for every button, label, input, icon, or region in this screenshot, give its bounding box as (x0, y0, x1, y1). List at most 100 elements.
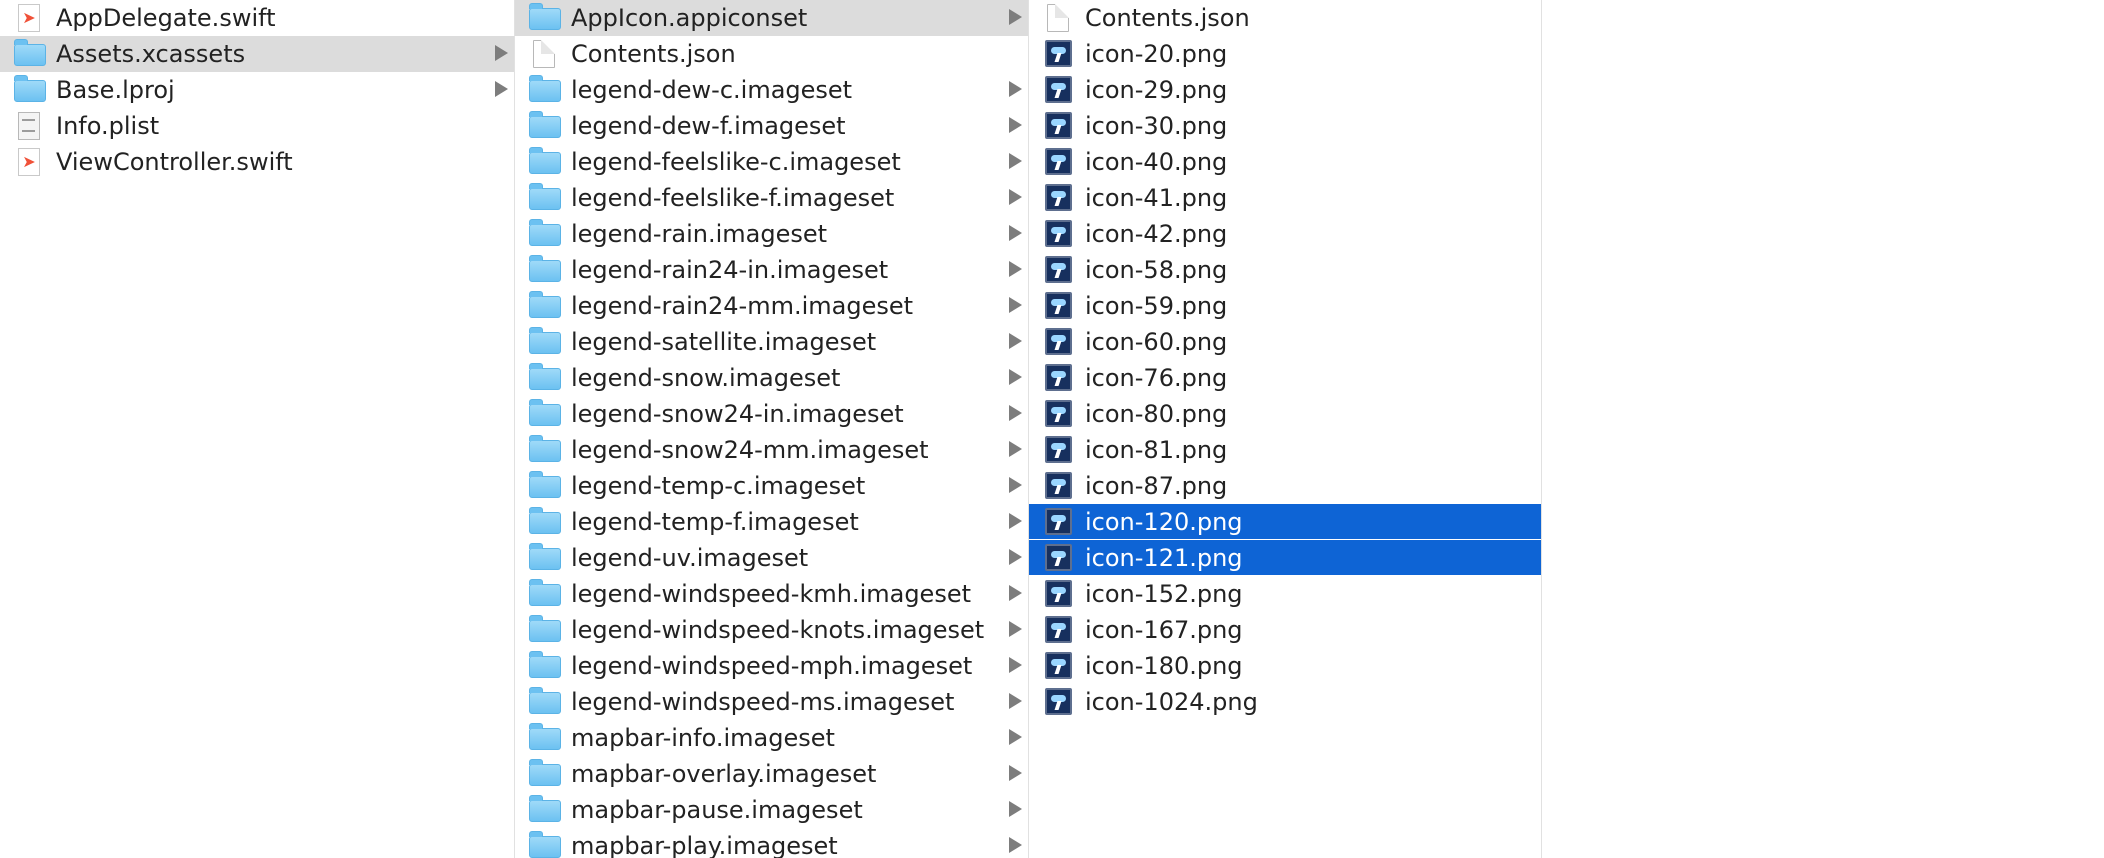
disclosure-arrow-icon (1009, 549, 1022, 565)
item-name: icon-1024.png (1085, 688, 1258, 716)
png-image-icon (1043, 616, 1073, 644)
item-name: icon-81.png (1085, 436, 1228, 464)
folder-icon (529, 543, 561, 572)
list-item[interactable]: legend-windspeed-ms.imageset (515, 684, 1028, 720)
item-name: icon-40.png (1085, 148, 1228, 176)
folder-icon (529, 255, 561, 284)
disclosure-arrow-icon (1009, 369, 1022, 385)
list-item[interactable]: icon-59.png (1029, 288, 1541, 324)
list-item[interactable]: legend-temp-f.imageset (515, 504, 1028, 540)
list-item[interactable]: Base.lproj (0, 72, 514, 108)
swift-file-icon: ➤ (14, 4, 44, 32)
item-name: legend-dew-c.imageset (571, 76, 853, 104)
item-name: AppIcon.appiconset (571, 4, 808, 32)
list-item[interactable]: icon-80.png (1029, 396, 1541, 432)
list-item[interactable]: legend-satellite.imageset (515, 324, 1028, 360)
list-item[interactable]: icon-30.png (1029, 108, 1541, 144)
list-item[interactable]: mapbar-overlay.imageset (515, 756, 1028, 792)
item-name: icon-152.png (1085, 580, 1243, 608)
list-item[interactable]: legend-windspeed-kmh.imageset (515, 576, 1028, 612)
list-item[interactable]: legend-rain24-in.imageset (515, 252, 1028, 288)
png-image-icon (1043, 328, 1073, 356)
folder-icon (529, 399, 561, 428)
item-name: mapbar-overlay.imageset (571, 760, 877, 788)
list-item[interactable]: icon-76.png (1029, 360, 1541, 396)
folder-icon (529, 687, 561, 716)
list-item[interactable]: legend-dew-c.imageset (515, 72, 1028, 108)
folder-icon (529, 183, 561, 212)
list-item[interactable]: icon-167.png (1029, 612, 1541, 648)
list-item[interactable]: legend-rain24-mm.imageset (515, 288, 1028, 324)
item-name: legend-windspeed-knots.imageset (571, 616, 985, 644)
list-item[interactable]: legend-uv.imageset (515, 540, 1028, 576)
list-item[interactable]: icon-180.png (1029, 648, 1541, 684)
list-item[interactable]: mapbar-pause.imageset (515, 792, 1028, 828)
item-name: mapbar-pause.imageset (571, 796, 863, 824)
list-item[interactable]: Contents.json (1029, 0, 1541, 36)
list-item[interactable]: icon-29.png (1029, 72, 1541, 108)
list-item[interactable]: legend-snow24-mm.imageset (515, 432, 1028, 468)
list-item[interactable]: icon-120.png (1029, 504, 1541, 540)
list-item[interactable]: icon-152.png (1029, 576, 1541, 612)
list-item[interactable]: legend-feelslike-c.imageset (515, 144, 1028, 180)
item-name: icon-120.png (1085, 508, 1243, 536)
list-item[interactable]: ➤ ViewController.swift (0, 144, 514, 180)
list-item[interactable]: Info.plist (0, 108, 514, 144)
item-name: legend-rain24-in.imageset (571, 256, 889, 284)
list-item[interactable]: icon-41.png (1029, 180, 1541, 216)
folder-icon (529, 291, 561, 320)
disclosure-arrow-icon (1009, 765, 1022, 781)
list-item[interactable]: Assets.xcassets (0, 36, 514, 72)
column-3[interactable]: Contents.json icon-20.png icon-29.png icon-… (1028, 0, 1542, 858)
list-item[interactable]: mapbar-info.imageset (515, 720, 1028, 756)
list-item[interactable]: legend-snow.imageset (515, 360, 1028, 396)
list-item[interactable]: legend-feelslike-f.imageset (515, 180, 1028, 216)
folder-icon (529, 435, 561, 464)
item-name: Info.plist (56, 112, 160, 140)
list-item[interactable]: icon-81.png (1029, 432, 1541, 468)
list-item[interactable]: icon-121.png (1029, 540, 1541, 576)
column-2[interactable]: AppIcon.appiconset Contents.json legend-de… (514, 0, 1028, 858)
disclosure-arrow-icon (1009, 657, 1022, 673)
list-item[interactable]: icon-60.png (1029, 324, 1541, 360)
png-image-icon (1043, 148, 1073, 176)
list-item[interactable]: icon-58.png (1029, 252, 1541, 288)
list-item[interactable]: AppIcon.appiconset (515, 0, 1028, 36)
png-image-icon (1043, 400, 1073, 428)
item-name: mapbar-info.imageset (571, 724, 835, 752)
list-item[interactable]: mapbar-play.imageset (515, 828, 1028, 858)
list-item[interactable]: legend-rain.imageset (515, 216, 1028, 252)
list-item[interactable]: icon-1024.png (1029, 684, 1541, 720)
disclosure-arrow-icon (1009, 477, 1022, 493)
column-1[interactable]: ➤ AppDelegate.swift Assets.xcassets Base.lp… (0, 0, 514, 858)
png-image-icon (1043, 472, 1073, 500)
disclosure-arrow-icon (1009, 801, 1022, 817)
folder-icon (529, 651, 561, 680)
folder-icon (529, 111, 561, 140)
png-image-icon (1043, 436, 1073, 464)
item-name: icon-20.png (1085, 40, 1228, 68)
item-name: legend-feelslike-f.imageset (571, 184, 895, 212)
item-name: legend-rain.imageset (571, 220, 828, 248)
list-item[interactable]: icon-87.png (1029, 468, 1541, 504)
item-name: legend-satellite.imageset (571, 328, 877, 356)
list-item[interactable]: legend-windspeed-knots.imageset (515, 612, 1028, 648)
item-name: legend-temp-c.imageset (571, 472, 866, 500)
item-name: icon-42.png (1085, 220, 1228, 248)
item-name: icon-41.png (1085, 184, 1228, 212)
item-name: legend-feelslike-c.imageset (571, 148, 901, 176)
folder-icon (529, 363, 561, 392)
item-name: legend-rain24-mm.imageset (571, 292, 914, 320)
list-item[interactable]: icon-20.png (1029, 36, 1541, 72)
disclosure-arrow-icon (1009, 261, 1022, 277)
list-item[interactable]: Contents.json (515, 36, 1028, 72)
list-item[interactable]: icon-40.png (1029, 144, 1541, 180)
list-item[interactable]: icon-42.png (1029, 216, 1541, 252)
list-item[interactable]: legend-dew-f.imageset (515, 108, 1028, 144)
list-item[interactable]: legend-windspeed-mph.imageset (515, 648, 1028, 684)
list-item[interactable]: legend-temp-c.imageset (515, 468, 1028, 504)
png-image-icon (1043, 652, 1073, 680)
list-item[interactable]: legend-snow24-in.imageset (515, 396, 1028, 432)
png-image-icon (1043, 580, 1073, 608)
list-item[interactable]: ➤ AppDelegate.swift (0, 0, 514, 36)
